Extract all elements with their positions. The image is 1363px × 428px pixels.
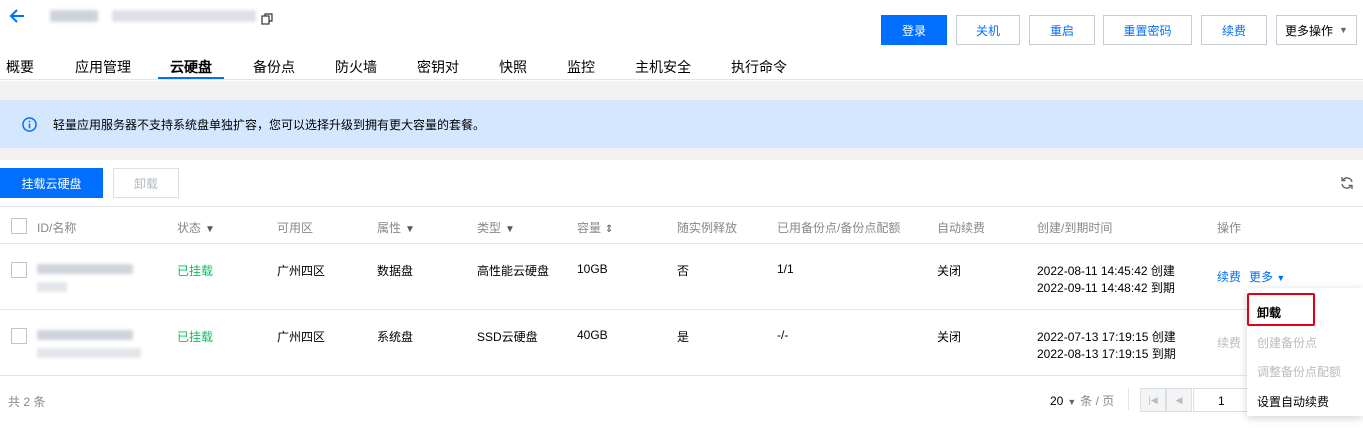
menu-item-create-backup: 创建备份点: [1257, 336, 1318, 350]
col-attribute[interactable]: 属性 ▼: [377, 219, 415, 236]
backup-cell: 1/1: [777, 262, 794, 276]
col-attribute-label: 属性: [377, 221, 402, 235]
col-type-label: 类型: [477, 221, 502, 235]
tab-backup[interactable]: 备份点: [253, 57, 295, 77]
col-backup: 已用备份点/备份点配额: [777, 221, 901, 235]
tab-firewall[interactable]: 防火墙: [335, 57, 377, 77]
tab-monitor[interactable]: 监控: [567, 57, 595, 77]
table-header: ID/名称 状态 ▼ 可用区 属性 ▼ 类型 ▼ 容量 ⇕ 随实例释放 已用备份点/备份…: [0, 206, 1363, 244]
row-checkbox[interactable]: [11, 262, 27, 278]
table-row: 已挂载 广州四区 系统盘 SSD云硬盘 40GB 是 -/- 关闭 2022-0…: [0, 310, 1363, 376]
expire-time: 2022-08-13 17:19:15 到期: [1037, 347, 1176, 361]
top-bar: 登录 关机 重启 重置密码 续费 更多操作 ▼: [0, 0, 1363, 48]
more-actions-button[interactable]: 更多操作 ▼: [1276, 15, 1357, 45]
capacity-cell: 10GB: [577, 262, 608, 276]
col-ops: 操作: [1217, 221, 1242, 235]
copy-icon[interactable]: [261, 13, 273, 25]
menu-item-auto-renew[interactable]: 设置自动续费: [1247, 385, 1363, 413]
release-cell: 是: [677, 330, 690, 344]
tab-snapshot[interactable]: 快照: [499, 57, 527, 77]
sort-icon[interactable]: ⇕: [605, 224, 613, 235]
instance-ip: [112, 10, 256, 22]
disk-name: [37, 348, 141, 358]
attribute-cell: 数据盘: [377, 264, 414, 278]
table-row: 已挂载 广州四区 数据盘 高性能云硬盘 10GB 否 1/1 关闭 2022-0…: [0, 244, 1363, 310]
release-cell: 否: [677, 264, 690, 278]
capacity-cell: 40GB: [577, 328, 608, 342]
per-page-label: 条 / 页: [1080, 394, 1115, 408]
renew-link[interactable]: 续费: [1217, 268, 1241, 285]
auto-renew-cell: 关闭: [937, 330, 962, 344]
tab-run-command[interactable]: 执行命令: [731, 57, 787, 77]
col-zone: 可用区: [277, 221, 314, 235]
zone-cell: 广州四区: [277, 330, 326, 344]
col-capacity[interactable]: 容量 ⇕: [577, 219, 613, 236]
divider: [1128, 388, 1129, 410]
tab-overview[interactable]: 概要: [6, 57, 34, 77]
col-time: 创建/到期时间: [1037, 221, 1113, 235]
total-count: 共 2 条: [8, 395, 46, 409]
info-icon: [22, 116, 37, 132]
col-status-label: 状态: [177, 221, 202, 235]
shutdown-button[interactable]: 关机: [956, 15, 1020, 45]
disk-id[interactable]: [37, 330, 133, 340]
col-capacity-label: 容量: [577, 221, 602, 235]
tab-keypair[interactable]: 密钥对: [417, 57, 459, 77]
page-size-value: 20: [1050, 394, 1064, 408]
page-size-select[interactable]: 20 ▼ 条 / 页: [1050, 392, 1114, 409]
renew-link[interactable]: 续费: [1217, 334, 1241, 351]
unmount-button: 卸载: [113, 168, 179, 198]
col-release: 随实例释放: [677, 221, 738, 235]
backup-cell: -/-: [777, 328, 789, 342]
first-page-button[interactable]: |◀: [1140, 388, 1166, 412]
active-tab-indicator: [158, 77, 224, 79]
zone-cell: 广州四区: [277, 264, 326, 278]
renew-button[interactable]: 续费: [1201, 15, 1267, 45]
caret-down-icon: ▼: [1276, 273, 1286, 283]
alert-text: 轻量应用服务器不支持系统盘单独扩容，您可以选择升级到拥有更大容量的套餐。: [53, 117, 486, 132]
row-checkbox[interactable]: [11, 328, 27, 344]
col-type[interactable]: 类型 ▼: [477, 219, 515, 236]
restart-button[interactable]: 重启: [1029, 15, 1095, 45]
chevron-down-icon: ▼: [1067, 397, 1077, 407]
more-link-label: 更多: [1249, 270, 1274, 284]
back-arrow-icon[interactable]: [8, 6, 26, 26]
menu-item-adjust-backup-quota: 调整备份点配额: [1257, 365, 1342, 379]
refresh-icon[interactable]: [1340, 176, 1354, 190]
reset-password-button[interactable]: 重置密码: [1103, 15, 1192, 45]
instance-name: [50, 10, 98, 22]
chevron-down-icon: ▼: [1339, 25, 1348, 35]
filter-icon[interactable]: ▼: [405, 224, 415, 235]
filter-icon[interactable]: ▼: [205, 224, 215, 235]
login-button[interactable]: 登录: [881, 15, 947, 45]
status-badge: 已挂载: [177, 264, 214, 278]
filter-icon[interactable]: ▼: [505, 224, 515, 235]
created-time: 2022-07-13 17:19:15 创建: [1037, 330, 1176, 344]
disk-name: [37, 282, 67, 292]
col-auto-renew: 自动续费: [937, 221, 986, 235]
tab-host-security[interactable]: 主机安全: [635, 57, 691, 77]
info-alert: 轻量应用服务器不支持系统盘单独扩容，您可以选择升级到拥有更大容量的套餐。: [0, 100, 1363, 148]
col-id-name: ID/名称: [37, 221, 77, 235]
tab-app-management[interactable]: 应用管理: [75, 57, 131, 77]
col-status[interactable]: 状态 ▼: [177, 219, 215, 236]
type-cell: 高性能云硬盘: [477, 264, 550, 278]
expire-time: 2022-09-11 14:48:42 到期: [1037, 281, 1175, 295]
more-actions-label: 更多操作: [1285, 23, 1334, 38]
more-link[interactable]: 更多 ▼: [1249, 268, 1285, 285]
highlight-box: [1247, 293, 1315, 326]
created-time: 2022-08-11 14:45:42 创建: [1037, 264, 1175, 278]
type-cell: SSD云硬盘: [477, 330, 538, 344]
tab-bar: 概要 应用管理 云硬盘 备份点 防火墙 密钥对 快照 监控 主机安全 执行命令: [0, 52, 1363, 80]
attribute-cell: 系统盘: [377, 330, 414, 344]
mount-disk-button[interactable]: 挂载云硬盘: [0, 168, 103, 198]
select-all-checkbox[interactable]: [11, 218, 27, 234]
pagination-bar: 共 2 条 20 ▼ 条 / 页 |◀ ◀ 1: [0, 384, 1363, 428]
auto-renew-cell: 关闭: [937, 264, 962, 278]
disk-id[interactable]: [37, 264, 133, 274]
prev-page-button[interactable]: ◀: [1166, 388, 1192, 412]
status-badge: 已挂载: [177, 330, 214, 344]
tab-cloud-disk[interactable]: 云硬盘: [170, 57, 212, 77]
